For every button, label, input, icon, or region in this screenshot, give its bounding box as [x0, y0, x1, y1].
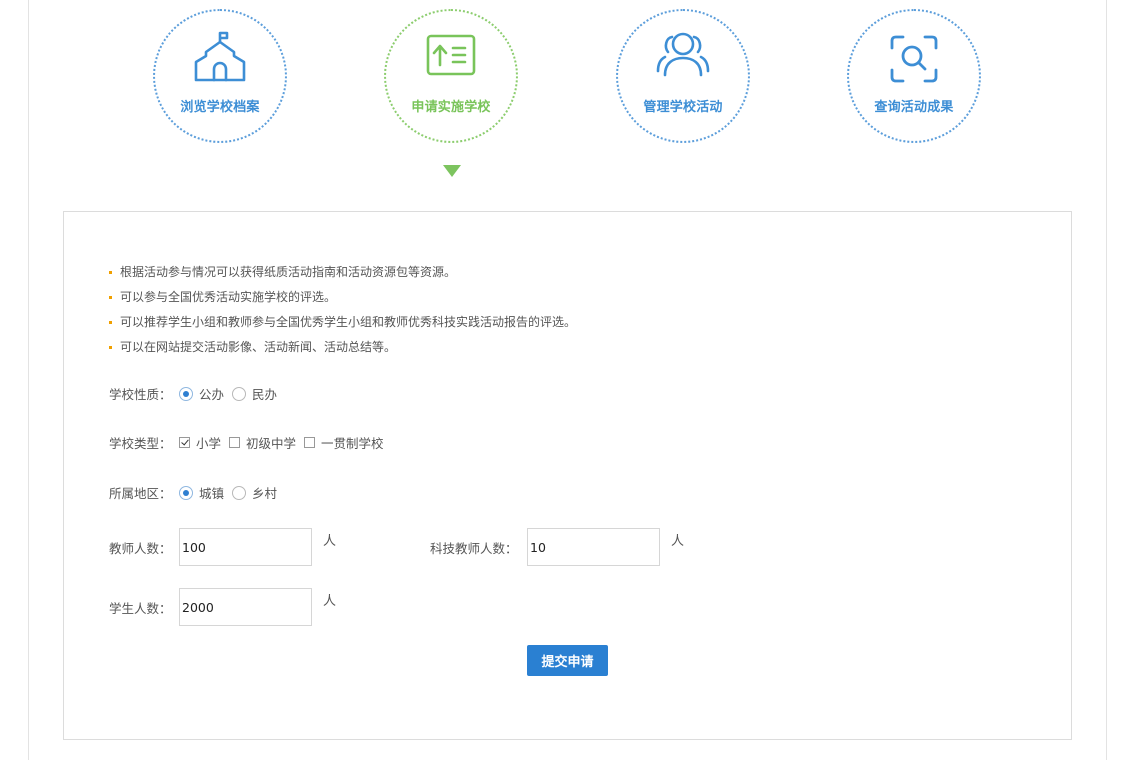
teacher-count-input[interactable]	[179, 528, 312, 566]
option-label: 城镇	[199, 486, 225, 501]
option-label: 小学	[196, 436, 222, 451]
student-count-label: 学生人数：	[109, 600, 172, 616]
option-label: 初级中学	[246, 436, 297, 451]
student-count-unit: 人	[323, 593, 337, 609]
student-count-row: 学生人数： 人	[109, 588, 336, 626]
checkbox-unified[interactable]	[304, 437, 316, 448]
checkbox-primary[interactable]	[179, 437, 190, 448]
teacher-count-unit: 人	[323, 533, 337, 549]
option-label: 一贯制学校	[321, 436, 384, 451]
users-group-icon	[655, 31, 711, 87]
option-label: 民办	[252, 387, 278, 402]
student-count-input[interactable]	[179, 588, 312, 626]
teacher-count-row: 教师人数： 人	[109, 528, 336, 566]
sci-teacher-count-label: 科技教师人数：	[430, 540, 518, 556]
step-browse-school-archive[interactable]: 浏览学校档案	[153, 9, 287, 143]
radio-urban[interactable]	[179, 485, 193, 500]
teacher-count-label: 教师人数：	[109, 540, 172, 556]
benefit-item: 可以在网站提交活动影像、活动新闻、活动总结等。	[108, 335, 576, 360]
school-building-icon	[192, 31, 248, 87]
radio-public[interactable]	[179, 386, 193, 401]
school-nature-label: 学校性质：	[109, 387, 172, 402]
school-type-primary-option[interactable]: 小学	[179, 433, 221, 452]
step-label: 查询活动成果	[874, 100, 954, 115]
upload-list-icon	[423, 31, 479, 87]
school-type-label: 学校类型：	[109, 436, 172, 451]
step-label: 浏览学校档案	[180, 100, 260, 115]
active-step-indicator	[443, 165, 461, 177]
application-panel: 根据活动参与情况可以获得纸质活动指南和活动资源包等资源。 可以参与全国优秀活动实…	[63, 211, 1072, 740]
region-row: 所属地区： 城镇 乡村	[109, 483, 285, 502]
search-scan-icon	[886, 31, 942, 87]
sci-teacher-count-unit: 人	[671, 533, 685, 549]
benefit-item: 根据活动参与情况可以获得纸质活动指南和活动资源包等资源。	[108, 260, 576, 285]
region-rural-option[interactable]: 乡村	[232, 483, 277, 502]
option-label: 公办	[199, 387, 225, 402]
sci-teacher-count-input[interactable]	[527, 528, 660, 566]
region-label: 所属地区：	[109, 486, 172, 501]
school-type-junior-option[interactable]: 初级中学	[229, 433, 296, 452]
step-query-results[interactable]: 查询活动成果	[847, 9, 981, 143]
step-manage-activities[interactable]: 管理学校活动	[616, 9, 750, 143]
school-nature-row: 学校性质： 公办 民办	[109, 384, 285, 403]
region-urban-option[interactable]: 城镇	[179, 483, 224, 502]
benefit-item: 可以推荐学生小组和教师参与全国优秀学生小组和教师优秀科技实践活动报告的评选。	[108, 310, 576, 335]
sci-teacher-count-row: 科技教师人数： 人	[430, 528, 684, 566]
radio-rural[interactable]	[232, 485, 247, 500]
radio-private[interactable]	[232, 386, 247, 401]
school-nature-public-option[interactable]: 公办	[179, 384, 224, 403]
school-type-row: 学校类型： 小学 初级中学 一贯制学校	[109, 433, 392, 452]
step-apply-school[interactable]: 申请实施学校	[384, 9, 518, 143]
option-label: 乡村	[252, 486, 278, 501]
step-label: 管理学校活动	[643, 100, 723, 115]
school-type-unified-option[interactable]: 一贯制学校	[304, 433, 384, 452]
benefits-list: 根据活动参与情况可以获得纸质活动指南和活动资源包等资源。 可以参与全国优秀活动实…	[108, 260, 576, 360]
submit-application-button[interactable]: 提交申请	[527, 645, 608, 676]
school-nature-private-option[interactable]: 民办	[232, 384, 277, 403]
checkbox-junior-high[interactable]	[229, 437, 241, 448]
benefit-item: 可以参与全国优秀活动实施学校的评选。	[108, 285, 576, 310]
step-label: 申请实施学校	[411, 100, 491, 115]
